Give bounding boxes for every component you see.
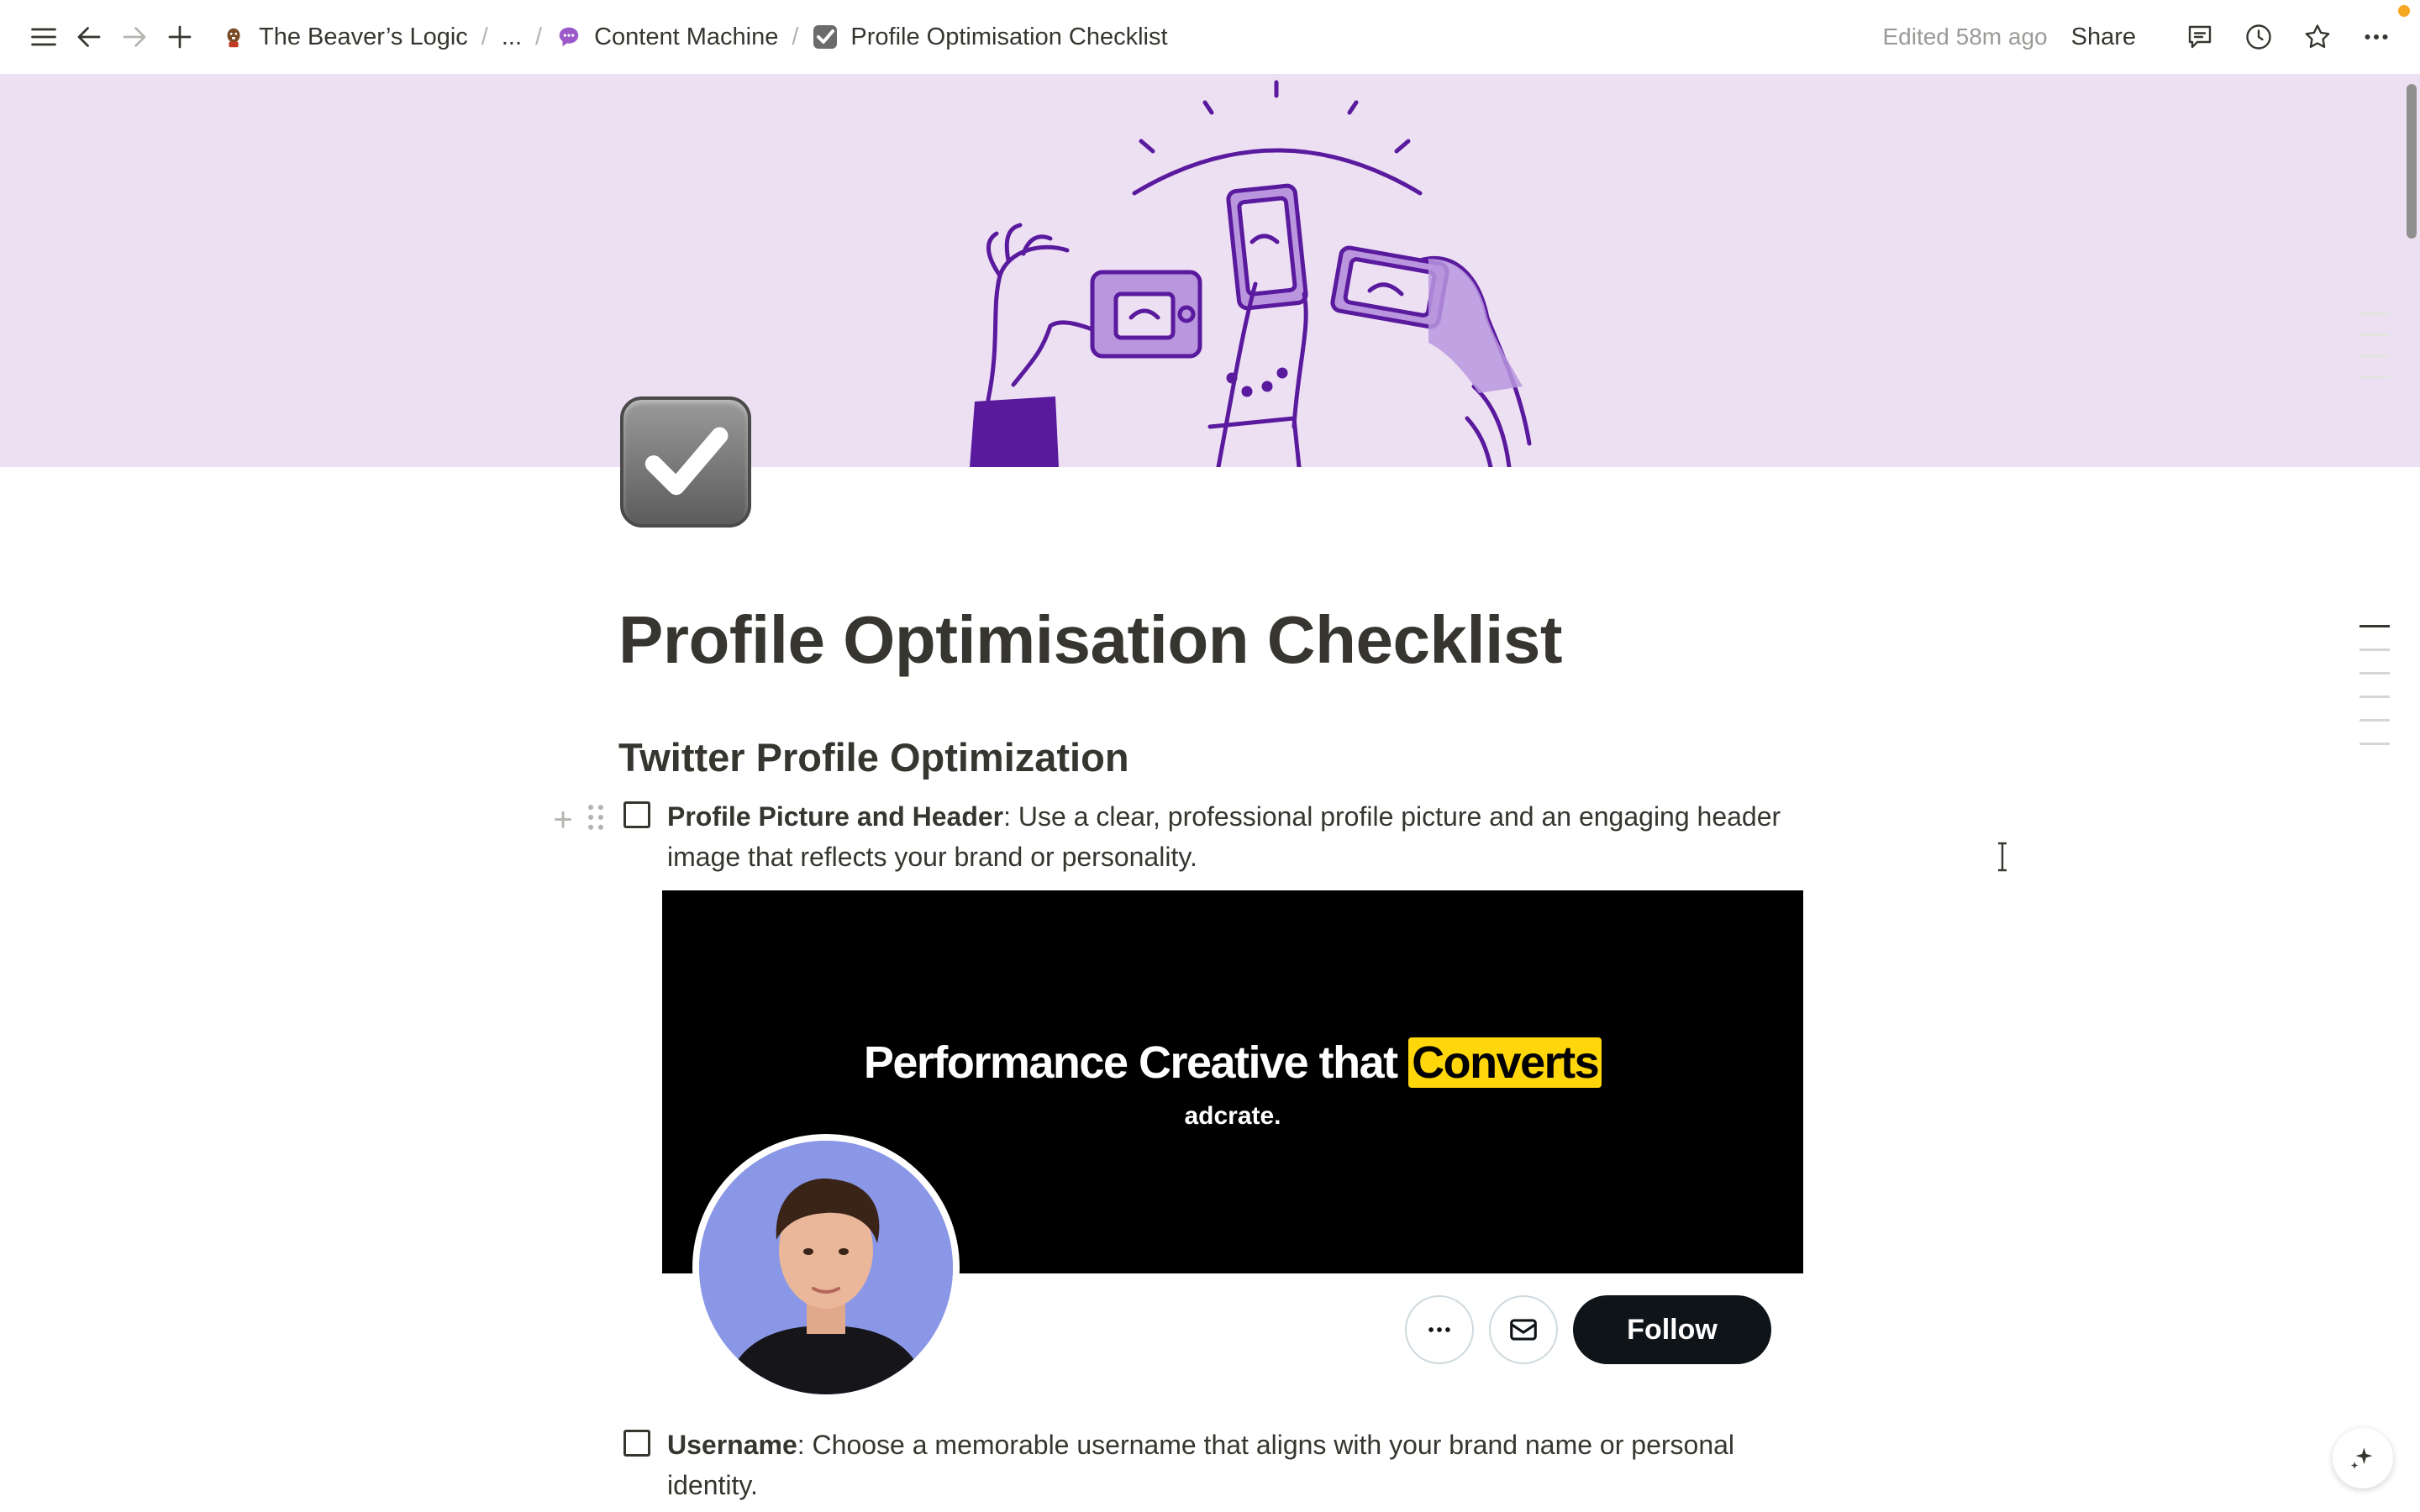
cover-illustration — [970, 80, 1532, 467]
banner-headline: Performance Creative that Converts — [662, 1037, 1803, 1089]
breadcrumb: The Beaver’s Logic / ... / Content Machi… — [213, 20, 1175, 55]
topbar-actions: Edited 58m ago Share — [1882, 0, 2395, 74]
block-controls: + — [546, 803, 608, 837]
sidebar-menu-icon[interactable] — [25, 18, 62, 55]
page-outline-nav[interactable] — [2360, 625, 2390, 766]
breadcrumb-label: ... — [501, 23, 523, 50]
envelope-icon — [1510, 1319, 1537, 1341]
checkbox-icon — [812, 24, 839, 50]
breadcrumb-label: The Beaver’s Logic — [259, 23, 468, 50]
page-outline-markers-top — [2360, 312, 2390, 396]
todo-text[interactable]: Username: Choose a memorable username th… — [667, 1425, 1793, 1505]
more-dots-icon — [1428, 1327, 1450, 1332]
todo-item: Profile Picture and Header: Use a clear,… — [623, 796, 1844, 877]
breadcrumb-item-content-machine[interactable]: Content Machine — [549, 20, 785, 55]
notification-dot — [2398, 5, 2410, 17]
history-clock-icon[interactable] — [2240, 18, 2277, 55]
breadcrumb-label: Content Machine — [594, 23, 779, 50]
section-heading[interactable]: Twitter Profile Optimization — [618, 734, 1129, 780]
todo-bold-label: Profile Picture and Header — [667, 801, 1004, 832]
twitter-avatar — [692, 1134, 960, 1401]
breadcrumb-item-workspace[interactable]: The Beaver’s Logic — [213, 20, 475, 55]
breadcrumb-label: Profile Optimisation Checklist — [850, 23, 1168, 50]
todo-checkbox[interactable] — [623, 1430, 650, 1457]
more-options-icon[interactable] — [2358, 18, 2395, 55]
new-page-plus-icon[interactable] — [161, 18, 198, 55]
comments-icon[interactable] — [2181, 18, 2218, 55]
text-cursor-icon — [1998, 842, 2007, 872]
breadcrumb-separator: / — [535, 23, 543, 50]
banner-headline-text: Performance Creative that — [863, 1037, 1409, 1088]
page-cover[interactable] — [0, 74, 2420, 467]
banner-headline-highlight: Converts — [1408, 1037, 1602, 1088]
topbar: The Beaver’s Logic / ... / Content Machi… — [0, 0, 2420, 74]
page-title[interactable]: Profile Optimisation Checklist — [618, 601, 1563, 679]
breadcrumb-separator: / — [481, 23, 488, 50]
banner-brand: adcrate. — [1184, 1102, 1281, 1130]
share-button[interactable]: Share — [2071, 24, 2136, 51]
todo-text[interactable]: Profile Picture and Header: Use a clear,… — [667, 796, 1844, 877]
beaver-icon — [220, 24, 247, 50]
breadcrumb-item-ellipsis[interactable]: ... — [495, 20, 529, 55]
avatar-photo — [699, 1141, 953, 1394]
todo-description: : Choose a memorable username that align… — [667, 1430, 1735, 1500]
speech-bubble-icon — [555, 24, 582, 50]
add-block-plus-icon[interactable]: + — [546, 803, 580, 837]
page-checkmark-icon[interactable] — [620, 396, 751, 528]
todo-item: Username: Choose a memorable username th… — [623, 1425, 1793, 1505]
forward-arrow-icon[interactable] — [116, 18, 153, 55]
breadcrumb-separator: / — [792, 23, 799, 50]
ai-assistant-button[interactable] — [2333, 1428, 2393, 1488]
edited-timestamp: Edited 58m ago — [1882, 24, 2048, 50]
breadcrumb-item-current-page[interactable]: Profile Optimisation Checklist — [805, 20, 1174, 55]
twitter-follow-button[interactable]: Follow — [1573, 1295, 1771, 1364]
twitter-message-button[interactable] — [1489, 1295, 1558, 1364]
todo-bold-label: Username — [667, 1430, 797, 1460]
vertical-scrollbar[interactable] — [2407, 84, 2417, 239]
twitter-more-button[interactable] — [1405, 1295, 1474, 1364]
sparkle-icon — [2350, 1447, 2373, 1469]
drag-handle-icon[interactable] — [587, 803, 608, 837]
favorite-star-icon[interactable] — [2299, 18, 2336, 55]
back-arrow-icon[interactable] — [71, 18, 108, 55]
todo-checkbox[interactable] — [623, 801, 650, 828]
